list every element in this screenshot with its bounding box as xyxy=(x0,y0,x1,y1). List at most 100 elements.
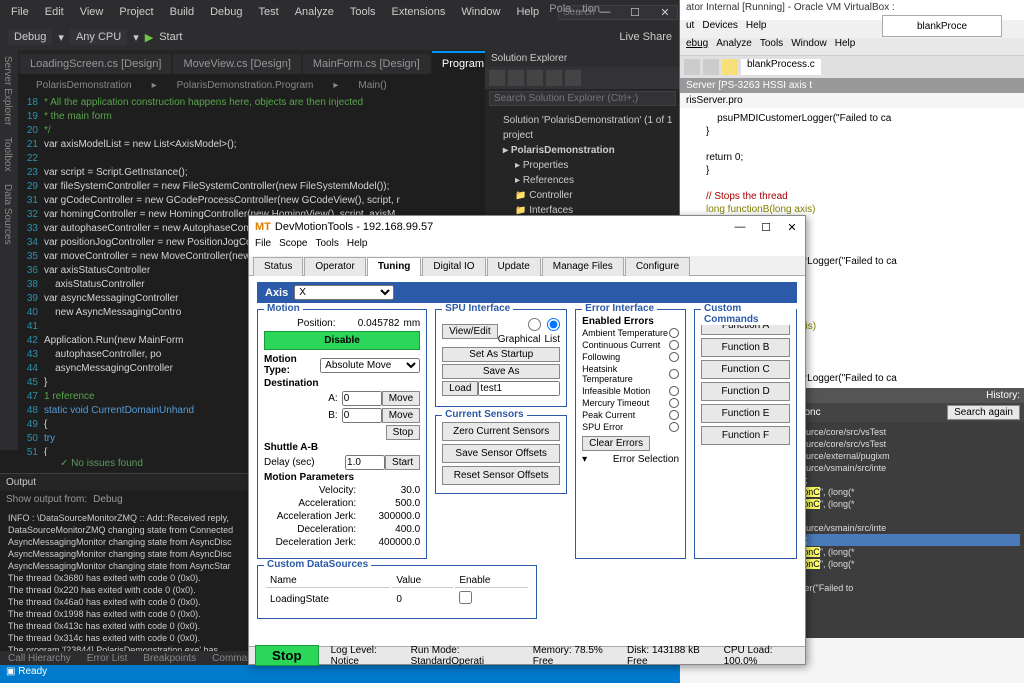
disable-button[interactable]: Disable xyxy=(264,331,420,350)
error-row[interactable]: Infeasible Motion xyxy=(582,385,679,397)
custom-cmd-button[interactable]: Function D xyxy=(701,382,790,401)
delay-input[interactable] xyxy=(345,455,385,470)
dmt-menu-scope[interactable]: Scope xyxy=(279,238,307,256)
qt-menu-analyze[interactable]: Analyze xyxy=(716,38,752,55)
custom-cmd-button[interactable]: Function B xyxy=(701,338,790,357)
collapse-icon[interactable] xyxy=(527,70,543,86)
solution-search-input[interactable] xyxy=(489,91,676,106)
project-node[interactable]: ▸ PolarisDemonstration xyxy=(491,143,674,158)
refresh-icon[interactable] xyxy=(508,70,524,86)
tree-item[interactable]: ▸ Properties xyxy=(491,158,674,173)
vm-menu-help[interactable]: Help xyxy=(746,20,767,38)
maximize-icon[interactable]: ☐ xyxy=(620,0,650,24)
ds-row[interactable]: LoadingState0 xyxy=(266,590,528,608)
home-icon[interactable] xyxy=(489,70,505,86)
menu-extensions[interactable]: Extensions xyxy=(385,4,453,20)
tab-configure[interactable]: Configure xyxy=(625,257,690,276)
stop-button[interactable]: Stop xyxy=(386,425,421,440)
editor-tab-blank[interactable]: blankProce xyxy=(882,15,1002,37)
error-row[interactable]: Peak Current xyxy=(582,409,679,421)
menu-file[interactable]: File xyxy=(4,4,36,20)
file-icon[interactable] xyxy=(722,59,738,75)
menu-debug[interactable]: Debug xyxy=(203,4,249,20)
save-as-button[interactable]: Save As xyxy=(442,364,560,379)
qt-menu-window[interactable]: Window xyxy=(791,38,827,55)
qt-menu-help[interactable]: Help xyxy=(835,38,856,55)
tab-tuning[interactable]: Tuning xyxy=(367,257,422,276)
custom-cmd-button[interactable]: Function E xyxy=(701,404,790,423)
tree-folder[interactable]: Controller xyxy=(491,188,674,203)
play-icon[interactable]: ▶ xyxy=(145,31,153,44)
side-data-sources[interactable]: Data Sources xyxy=(0,178,15,251)
search-again-button[interactable]: Search again xyxy=(947,405,1020,420)
dmt-menu-file[interactable]: File xyxy=(255,238,271,256)
error-row[interactable]: Continuous Current xyxy=(582,339,679,351)
ds-enable-checkbox[interactable] xyxy=(459,591,472,604)
crumb-method[interactable]: Main() xyxy=(352,78,392,93)
graphical-radio[interactable] xyxy=(528,318,541,331)
tree-item[interactable]: ▸ References xyxy=(491,173,674,188)
menu-analyze[interactable]: Analyze xyxy=(288,4,341,20)
editor-tab[interactable]: MainForm.cs [Design] xyxy=(303,54,430,74)
close-icon[interactable]: ✕ xyxy=(779,216,805,238)
close-icon[interactable]: ✕ xyxy=(650,0,680,24)
qt-menu-tools[interactable]: Tools xyxy=(760,38,783,55)
error-row[interactable]: Following xyxy=(582,351,679,363)
menu-build[interactable]: Build xyxy=(163,4,201,20)
save-offsets-button[interactable]: Save Sensor Offsets xyxy=(442,444,560,463)
custom-cmd-button[interactable]: Function C xyxy=(701,360,790,379)
vm-menu-devices[interactable]: Devices xyxy=(702,20,738,38)
tab-status[interactable]: Status xyxy=(253,257,303,276)
solution-root[interactable]: Solution 'PolarisDemonstration' (1 of 1 … xyxy=(491,113,674,143)
cpu-dropdown[interactable]: Any CPU xyxy=(70,29,127,45)
minimize-icon[interactable]: — xyxy=(727,216,753,238)
dmt-menu-help[interactable]: Help xyxy=(347,238,368,256)
pro-file-1[interactable]: risServer.pro xyxy=(680,93,1024,108)
shuttle-start-button[interactable]: Start xyxy=(385,455,420,470)
file-tab[interactable]: blankProcess.c xyxy=(741,59,821,75)
menu-edit[interactable]: Edit xyxy=(38,4,71,20)
axis-dropdown[interactable]: X xyxy=(294,285,394,300)
motion-type-dropdown[interactable]: Absolute Move xyxy=(320,358,420,373)
error-row[interactable]: Heatsink Temperature xyxy=(582,363,679,385)
menu-tools[interactable]: Tools xyxy=(343,4,383,20)
forward-icon[interactable] xyxy=(703,59,719,75)
list-radio[interactable] xyxy=(547,318,560,331)
show-all-icon[interactable] xyxy=(546,70,562,86)
status-stop-button[interactable]: Stop xyxy=(255,645,319,666)
vm-menu-input[interactable]: ut xyxy=(686,20,694,38)
custom-cmd-button[interactable]: Function F xyxy=(701,426,790,445)
qt-menu-debug[interactable]: ebug xyxy=(686,38,708,55)
menu-project[interactable]: Project xyxy=(112,4,160,20)
crumb-project[interactable]: PolarisDemonstration xyxy=(30,78,138,93)
menu-help[interactable]: Help xyxy=(509,4,546,20)
dmt-menu-tools[interactable]: Tools xyxy=(315,238,338,256)
side-server-explorer[interactable]: Server Explorer xyxy=(0,50,15,131)
chevron-down-icon[interactable]: ▾ xyxy=(582,454,587,465)
tab-digitalio[interactable]: Digital IO xyxy=(422,257,485,276)
start-button[interactable]: Start xyxy=(159,31,182,43)
editor-tab[interactable]: MoveView.cs [Design] xyxy=(173,54,300,74)
reset-offsets-button[interactable]: Reset Sensor Offsets xyxy=(442,466,560,485)
error-row[interactable]: SPU Error xyxy=(582,421,679,433)
output-from-dropdown[interactable]: Debug xyxy=(93,494,122,505)
minimize-icon[interactable]: — xyxy=(590,0,620,24)
zero-sensors-button[interactable]: Zero Current Sensors xyxy=(442,422,560,441)
tab-update[interactable]: Update xyxy=(487,257,541,276)
menu-view[interactable]: View xyxy=(73,4,111,20)
config-dropdown[interactable]: Debug xyxy=(8,29,52,45)
error-row[interactable]: Ambient Temperature xyxy=(582,327,679,339)
dest-b-input[interactable] xyxy=(342,408,382,423)
liveshare-button[interactable]: Live Share xyxy=(619,31,672,43)
load-button[interactable]: Load xyxy=(442,381,478,396)
move-b-button[interactable]: Move xyxy=(382,408,420,423)
view-edit-button[interactable]: View/Edit xyxy=(442,324,498,339)
menu-window[interactable]: Window xyxy=(454,4,507,20)
tab-operator[interactable]: Operator xyxy=(304,257,365,276)
menu-test[interactable]: Test xyxy=(252,4,286,20)
clear-errors-button[interactable]: Clear Errors xyxy=(582,436,650,451)
back-icon[interactable] xyxy=(684,59,700,75)
dest-a-input[interactable] xyxy=(342,391,382,406)
crumb-namespace[interactable]: PolarisDemonstration.Program xyxy=(171,78,320,93)
tab-managefiles[interactable]: Manage Files xyxy=(542,257,624,276)
